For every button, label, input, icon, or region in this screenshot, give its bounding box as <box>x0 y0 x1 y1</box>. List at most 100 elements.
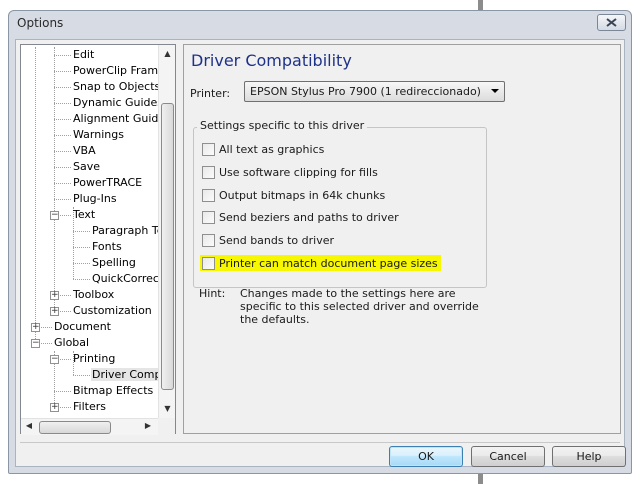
tree-guide-line <box>73 279 90 280</box>
option-label: Output bitmaps in 64k chunks <box>219 188 386 202</box>
tree-item[interactable]: Text <box>72 207 96 223</box>
tree-guide-line <box>54 391 71 392</box>
ok-button[interactable]: OK <box>389 446 463 467</box>
tree-item-label: Printing <box>73 352 116 365</box>
tree-item[interactable]: Customization <box>72 303 153 319</box>
tree-item-label: Text <box>73 208 96 221</box>
tree-horizontal-scrollbar[interactable]: ◀ ▶ <box>21 418 158 435</box>
expand-icon[interactable]: + <box>50 307 59 316</box>
tree-item-label: PowerTRACE <box>73 176 143 189</box>
tree-vertical-scrollbar[interactable]: ▲ ▼ <box>158 45 175 418</box>
tree-guide-line <box>54 151 71 152</box>
tree-item[interactable]: Spelling <box>91 255 137 271</box>
tree-item[interactable]: Plug-Ins <box>72 191 118 207</box>
checkbox[interactable] <box>202 256 215 270</box>
tree-item[interactable]: Global <box>53 335 90 351</box>
background-line <box>478 474 483 484</box>
cancel-button[interactable]: Cancel <box>471 446 545 467</box>
tree-item[interactable]: Save <box>72 159 101 175</box>
tree-guide-line <box>73 247 90 248</box>
option-send-beziers[interactable]: Send beziers and paths to driver <box>202 209 399 225</box>
tree-item-label: Dynamic Guides <box>73 96 158 109</box>
printer-dropdown[interactable]: EPSON Stylus Pro 7900 (1 redireccionado) <box>244 81 505 102</box>
tree-list: Edit PowerClip Frame Snap to Objects Dynami… <box>21 45 158 418</box>
tree-item[interactable]: Fonts <box>91 239 123 255</box>
tree-item-label: Paragraph Tex <box>92 224 158 237</box>
scroll-corner <box>158 418 175 435</box>
option-label: Use software clipping for fills <box>219 165 378 179</box>
tree-guide-line <box>54 119 71 120</box>
tree-item[interactable]: Snap to Objects <box>72 79 158 95</box>
option-label: Send bands to driver <box>219 233 335 247</box>
options-tree[interactable]: Edit PowerClip Frame Snap to Objects Dynami… <box>20 44 176 435</box>
tree-guide-line <box>54 135 71 136</box>
tree-item-label: Driver Compati <box>91 368 158 381</box>
option-all-text-as-graphics[interactable]: All text as graphics <box>202 141 324 157</box>
help-button[interactable]: Help <box>552 446 626 467</box>
scroll-thumb-vertical[interactable] <box>161 103 174 390</box>
tree-item[interactable]: Bitmap Effects <box>72 383 154 399</box>
checkbox[interactable] <box>202 142 215 156</box>
scroll-up-arrow-icon[interactable]: ▲ <box>159 49 176 58</box>
tree-guide-line <box>54 87 71 88</box>
collapse-icon[interactable]: − <box>50 355 59 364</box>
checkbox[interactable] <box>202 210 215 224</box>
tree-guide-line <box>54 199 71 200</box>
option-label: All text as graphics <box>219 142 325 156</box>
option-software-clipping[interactable]: Use software clipping for fills <box>202 164 378 180</box>
collapse-icon[interactable]: − <box>31 339 40 348</box>
tree-item[interactable]: Dynamic Guides <box>72 95 158 111</box>
driver-compatibility-panel: Driver Compatibility Printer: EPSON Styl… <box>183 44 621 434</box>
tree-item-label: Spelling <box>92 256 136 269</box>
tree-item[interactable]: Alignment Guides <box>72 111 158 127</box>
tree-item-label: Customization <box>73 304 152 317</box>
tree-item[interactable]: VBA <box>72 143 97 159</box>
tree-item[interactable]: PowerTRACE <box>72 175 143 191</box>
scroll-thumb-horizontal[interactable] <box>39 421 111 434</box>
expand-icon[interactable]: + <box>31 323 40 332</box>
checkbox[interactable] <box>202 188 215 202</box>
option-output-bitmaps[interactable]: Output bitmaps in 64k chunks <box>202 187 385 203</box>
tree-item[interactable]: Edit <box>72 47 95 63</box>
tree-item[interactable]: PowerClip Frame <box>72 63 158 79</box>
tree-item-label: Warnings <box>73 128 124 141</box>
collapse-icon[interactable]: − <box>50 211 59 220</box>
scroll-left-arrow-icon[interactable]: ◀ <box>24 421 34 430</box>
tree-item[interactable]: QuickCorrect <box>91 271 158 287</box>
tree-item-label: PowerClip Frame <box>73 64 158 77</box>
tree-item[interactable]: Filters <box>72 399 107 415</box>
tree-guide-line <box>73 375 90 376</box>
tree-item[interactable]: Document <box>53 319 112 335</box>
tree-item-label: Toolbox <box>73 288 115 301</box>
printer-dropdown-value: EPSON Stylus Pro 7900 (1 redireccionado) <box>250 85 481 98</box>
tree-item-label: Save <box>73 160 101 173</box>
checkbox[interactable] <box>202 233 215 247</box>
tree-item[interactable]: Paragraph Tex <box>91 223 158 239</box>
scroll-down-arrow-icon[interactable]: ▼ <box>159 404 176 413</box>
tree-guide-line <box>54 183 71 184</box>
scroll-right-arrow-icon[interactable]: ▶ <box>143 421 153 430</box>
tree-item-label: Filters <box>73 400 106 413</box>
hint-text: Changes made to the settings here are sp… <box>240 287 479 326</box>
tree-item-label: Alignment Guides <box>73 112 158 125</box>
close-button[interactable] <box>597 14 626 31</box>
options-dialog: Options Edit PowerClip Frame Snap to Objec… <box>8 10 632 474</box>
tree-item[interactable]: Driver Compati <box>91 367 158 383</box>
title-bar[interactable]: Options <box>9 11 631 35</box>
tree-item[interactable]: Warnings <box>72 127 125 143</box>
tree-item-label: Snap to Objects <box>73 80 158 93</box>
tree-item[interactable]: Printing <box>72 351 116 367</box>
option-match-page-sizes[interactable]: Printer can match document page sizes <box>200 255 441 271</box>
expand-icon[interactable]: + <box>50 291 59 300</box>
tree-item-label: Edit <box>73 48 95 61</box>
tree-item[interactable]: Toolbox <box>72 287 115 303</box>
tree-item-label: Document <box>54 320 111 333</box>
hint-label: Hint: <box>199 287 226 300</box>
checkbox[interactable] <box>202 165 215 179</box>
divider <box>20 442 620 443</box>
expand-icon[interactable]: + <box>50 403 59 412</box>
tree-item-label: Plug-Ins <box>73 192 117 205</box>
option-send-bands[interactable]: Send bands to driver <box>202 232 334 248</box>
tree-guide-line <box>54 55 71 56</box>
tree-guide-line <box>54 167 71 168</box>
